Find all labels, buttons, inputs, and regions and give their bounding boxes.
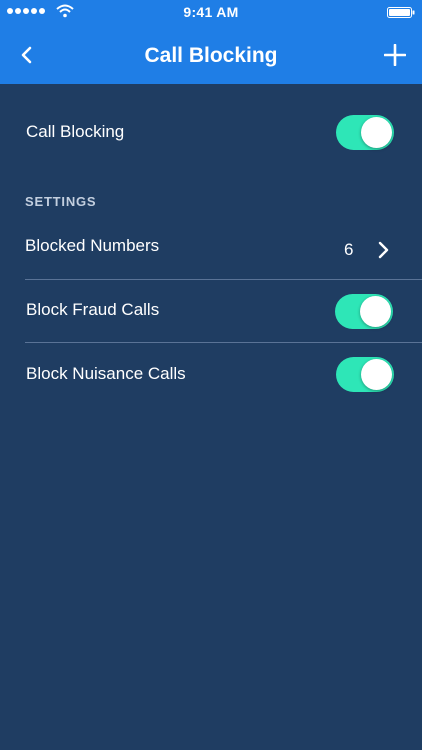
block-fraud-calls-toggle[interactable] [335, 294, 393, 329]
settings-section-header: SETTINGS [25, 194, 97, 209]
status-bar: 9:41 AM [0, 0, 422, 24]
toggle-knob [361, 359, 392, 390]
divider [25, 342, 422, 343]
call-blocking-label: Call Blocking [26, 122, 125, 141]
block-fraud-calls-label: Block Fraud Calls [26, 300, 160, 319]
blocked-numbers-count: 6 [344, 240, 354, 259]
nav-bar: Call Blocking [0, 24, 422, 84]
status-time: 9:41 AM [183, 4, 239, 20]
toggle-knob [361, 117, 392, 148]
chevron-right-icon[interactable] [376, 240, 390, 260]
divider [25, 279, 422, 280]
plus-icon [384, 44, 406, 66]
blocked-numbers-label[interactable]: Blocked Numbers [25, 236, 159, 256]
page-title: Call Blocking [144, 44, 278, 67]
toggle-knob [360, 296, 391, 327]
add-button[interactable] [384, 44, 406, 66]
block-nuisance-calls-toggle[interactable] [336, 357, 394, 392]
call-blocking-toggle[interactable] [336, 115, 394, 150]
block-nuisance-calls-label: Block Nuisance Calls [26, 364, 186, 383]
battery-icon [387, 7, 415, 18]
